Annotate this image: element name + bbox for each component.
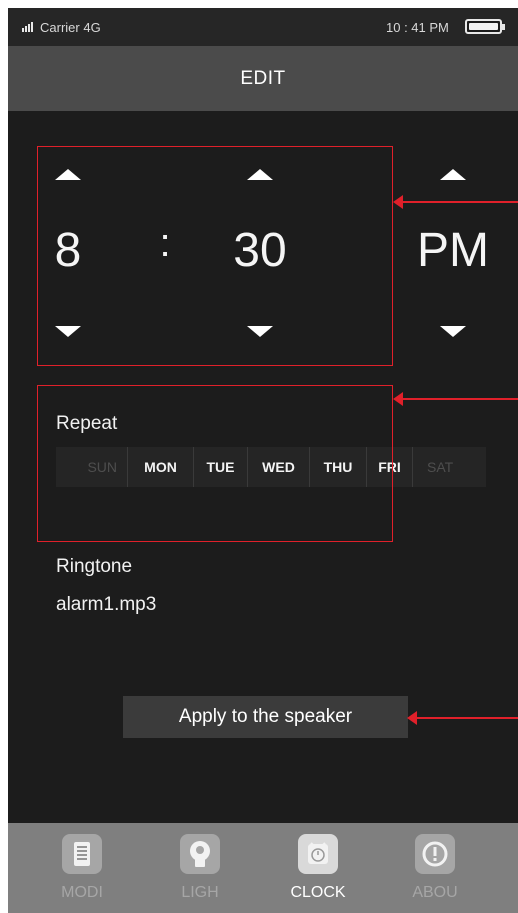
document-icon [62,834,102,874]
phone-screen: Carrier 4G 10 : 41 PM EDIT 8 : 30 PM Rep… [8,8,518,913]
tab-clock-label: CLOCK [290,884,346,901]
time-annotation-arrow [393,195,518,209]
tab-mode-label: MODI [61,884,103,901]
day-sat[interactable]: SAT [413,447,486,487]
repeat-annotation-arrow [393,392,518,406]
ringtone-label: Ringtone [56,556,133,577]
alarm-clock-icon [298,834,338,874]
bulb-icon [180,834,220,874]
tab-mode[interactable]: MODI [47,834,117,913]
time-highlight-box [37,146,393,366]
signal-icon [22,22,34,32]
tab-about-label: ABOU [412,884,458,901]
status-time: 10 : 41 PM [386,20,449,35]
tab-clock[interactable]: CLOCK [283,834,353,913]
tab-about[interactable]: ABOU [400,834,470,913]
bottom-tab-bar: MODI LIGH CLOCK ABOU [8,823,518,913]
battery-icon [465,19,505,34]
info-icon [415,834,455,874]
ringtone-value[interactable]: alarm1.mp3 [56,594,156,616]
carrier-label: Carrier 4G [40,20,101,35]
tab-light[interactable]: LIGH [165,834,235,913]
period-down-arrow-icon[interactable] [440,326,466,337]
tab-light-label: LIGH [181,884,219,901]
apply-to-speaker-button[interactable]: Apply to the speaker [123,696,408,738]
status-bar: Carrier 4G 10 : 41 PM [8,8,518,46]
repeat-highlight-box [37,385,393,542]
period-value: PM [417,224,489,277]
period-up-arrow-icon[interactable] [440,169,466,180]
page-title: EDIT [8,46,518,111]
apply-annotation-arrow [407,711,518,725]
